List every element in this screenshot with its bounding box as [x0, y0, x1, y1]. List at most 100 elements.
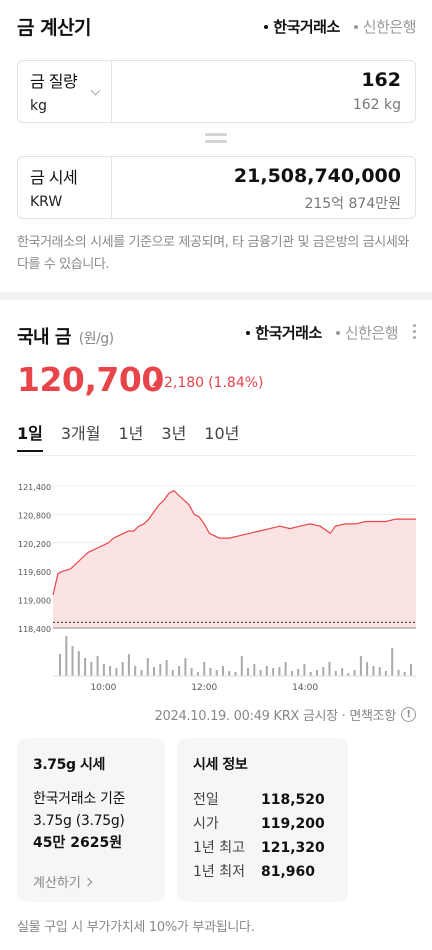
volume-bar [134, 666, 137, 676]
x-tick-label: 12:00 [191, 683, 217, 693]
y-tick-label: 119,600 [18, 568, 51, 577]
price-card: 3.75g 시세 한국거래소 기준 3.75g (3.75g) 45만 2625… [17, 738, 165, 902]
info-row: 시가 119,200 [193, 812, 332, 836]
price-converter: 금 시세 KRW 21,508,740,000 215억 874만원 [17, 156, 416, 219]
price-unit-box: 금 시세 KRW [18, 157, 112, 218]
chevron-right-icon [83, 877, 93, 886]
x-tick-label: 10:00 [90, 683, 116, 693]
volume-bar [378, 667, 381, 676]
volume-bar [109, 666, 112, 676]
weight-value: 162 [361, 69, 401, 91]
volume-bar [121, 662, 124, 676]
equals-icon [205, 133, 227, 143]
period-underline [17, 455, 415, 456]
volume-bar [153, 667, 155, 676]
info-icon[interactable]: ! [401, 707, 416, 722]
info-card: 시세 정보 전일 118,520 시가 119,200 1년 최고 121,32… [177, 738, 348, 902]
inactive-dot-icon [335, 330, 340, 335]
volume-bar [328, 662, 331, 676]
active-dot-icon [246, 330, 251, 335]
volume-bar [372, 666, 375, 676]
y-tick-label: 118,400 [18, 625, 51, 634]
volume-bar [127, 654, 130, 676]
weight-unit: kg [30, 98, 47, 114]
info-card-title: 시세 정보 [193, 757, 248, 773]
source-tab-label: 한국거래소 [273, 18, 340, 36]
x-tick-label: 14:00 [292, 683, 318, 693]
period-tab-1y[interactable]: 1년 [118, 420, 143, 452]
volume-bar [71, 646, 74, 676]
timestamp-row: 2024.10.19. 00:49 KRX 금시장 · 면책조항 ! [155, 705, 416, 724]
up-triangle-icon [152, 380, 160, 386]
source-tab-shinhan[interactable]: 신한은행 [353, 16, 417, 37]
change-percent: (1.84%) [208, 375, 264, 391]
price-chart[interactable]: 121,400 120,800 120,200 119,600 119,000 118,4… [0, 470, 432, 700]
volume-bar [334, 671, 337, 676]
volume-bar [359, 656, 362, 676]
info-key: 시가 [193, 816, 219, 832]
chart-source-tab-shinhan[interactable]: 신한은행 [335, 322, 399, 343]
info-row: 1년 최고 121,320 [193, 836, 332, 860]
chart-source-tabs: 한국거래소 신한은행 [246, 322, 399, 343]
volume-bar [391, 648, 394, 676]
volume-bar [297, 669, 300, 676]
volume-bar [240, 656, 243, 676]
price-value: 21,508,740,000 [233, 165, 401, 187]
volume-bar [190, 668, 193, 676]
volume-bar [259, 670, 262, 676]
volume-bar [77, 651, 80, 676]
volume-bar [265, 666, 268, 676]
info-key: 1년 최저 [193, 864, 245, 880]
volume-bar [397, 670, 400, 676]
period-tab-1d[interactable]: 1일 [17, 420, 43, 452]
chart-source-tab-krx[interactable]: 한국거래소 [246, 322, 322, 343]
volume-bar [253, 664, 256, 676]
section-title: 국내 금 (원/g) [17, 323, 114, 349]
info-value: 118,520 [261, 792, 325, 808]
volume-bar [90, 662, 93, 676]
volume-bar [102, 664, 105, 676]
inactive-dot-icon [353, 24, 358, 29]
volume-bar [322, 667, 325, 676]
info-row: 전일 118,520 [193, 788, 332, 812]
calculate-link[interactable]: 계산하기 [33, 872, 149, 891]
volume-bar [65, 636, 68, 676]
volume-bar [341, 668, 344, 676]
volume-bar [228, 671, 231, 676]
source-tab-label: 신한은행 [362, 18, 417, 36]
notice-text: 한국거래소의 시세를 기준으로 제공되며, 타 금융기관 및 금은방의 금시세와… [17, 235, 409, 272]
volume-bar [140, 670, 143, 676]
y-tick-label: 121,400 [18, 483, 51, 492]
price-change: 2,180 (1.84%) [152, 375, 264, 391]
price-output[interactable]: 21,508,740,000 215억 874만원 [234, 165, 401, 213]
info-value: 81,960 [261, 864, 316, 880]
volume-bar [171, 670, 174, 676]
volume-bar [272, 668, 275, 676]
volume-bar [410, 664, 412, 676]
volume-bar [278, 667, 281, 676]
weight-converter: 금 질량 kg 162 162 kg [17, 60, 416, 123]
volume-bar [165, 660, 168, 676]
volume-bar [316, 670, 318, 676]
info-key: 1년 최고 [193, 840, 245, 856]
weight-unit-select[interactable]: 금 질량 kg [18, 61, 112, 122]
source-tab-label: 한국거래소 [255, 324, 322, 342]
section-title-text: 국내 금 [17, 327, 71, 348]
period-tab-3y[interactable]: 3년 [161, 420, 186, 452]
period-tabs: 1일 3개월 1년 3년 10년 [17, 420, 257, 452]
source-tab-krx[interactable]: 한국거래소 [264, 16, 340, 37]
period-tab-10y[interactable]: 10년 [204, 420, 239, 452]
weight-sub: 162 kg [352, 97, 401, 113]
volume-bar [234, 672, 237, 676]
weight-input[interactable]: 162 162 kg [353, 69, 401, 113]
info-row: 1년 최저 81,960 [193, 860, 332, 884]
period-tab-3m[interactable]: 3개월 [61, 420, 101, 452]
volume-bar [203, 662, 206, 676]
volume-bar [215, 670, 218, 676]
volume-bar [247, 668, 249, 676]
price-card-weight: 3.75g (3.75g) [33, 813, 125, 829]
price-area [53, 490, 416, 628]
volume-bar [59, 654, 61, 676]
timestamp-text[interactable]: 2024.10.19. 00:49 KRX 금시장 · 면책조항 [155, 705, 397, 724]
more-options-icon[interactable] [413, 324, 417, 342]
